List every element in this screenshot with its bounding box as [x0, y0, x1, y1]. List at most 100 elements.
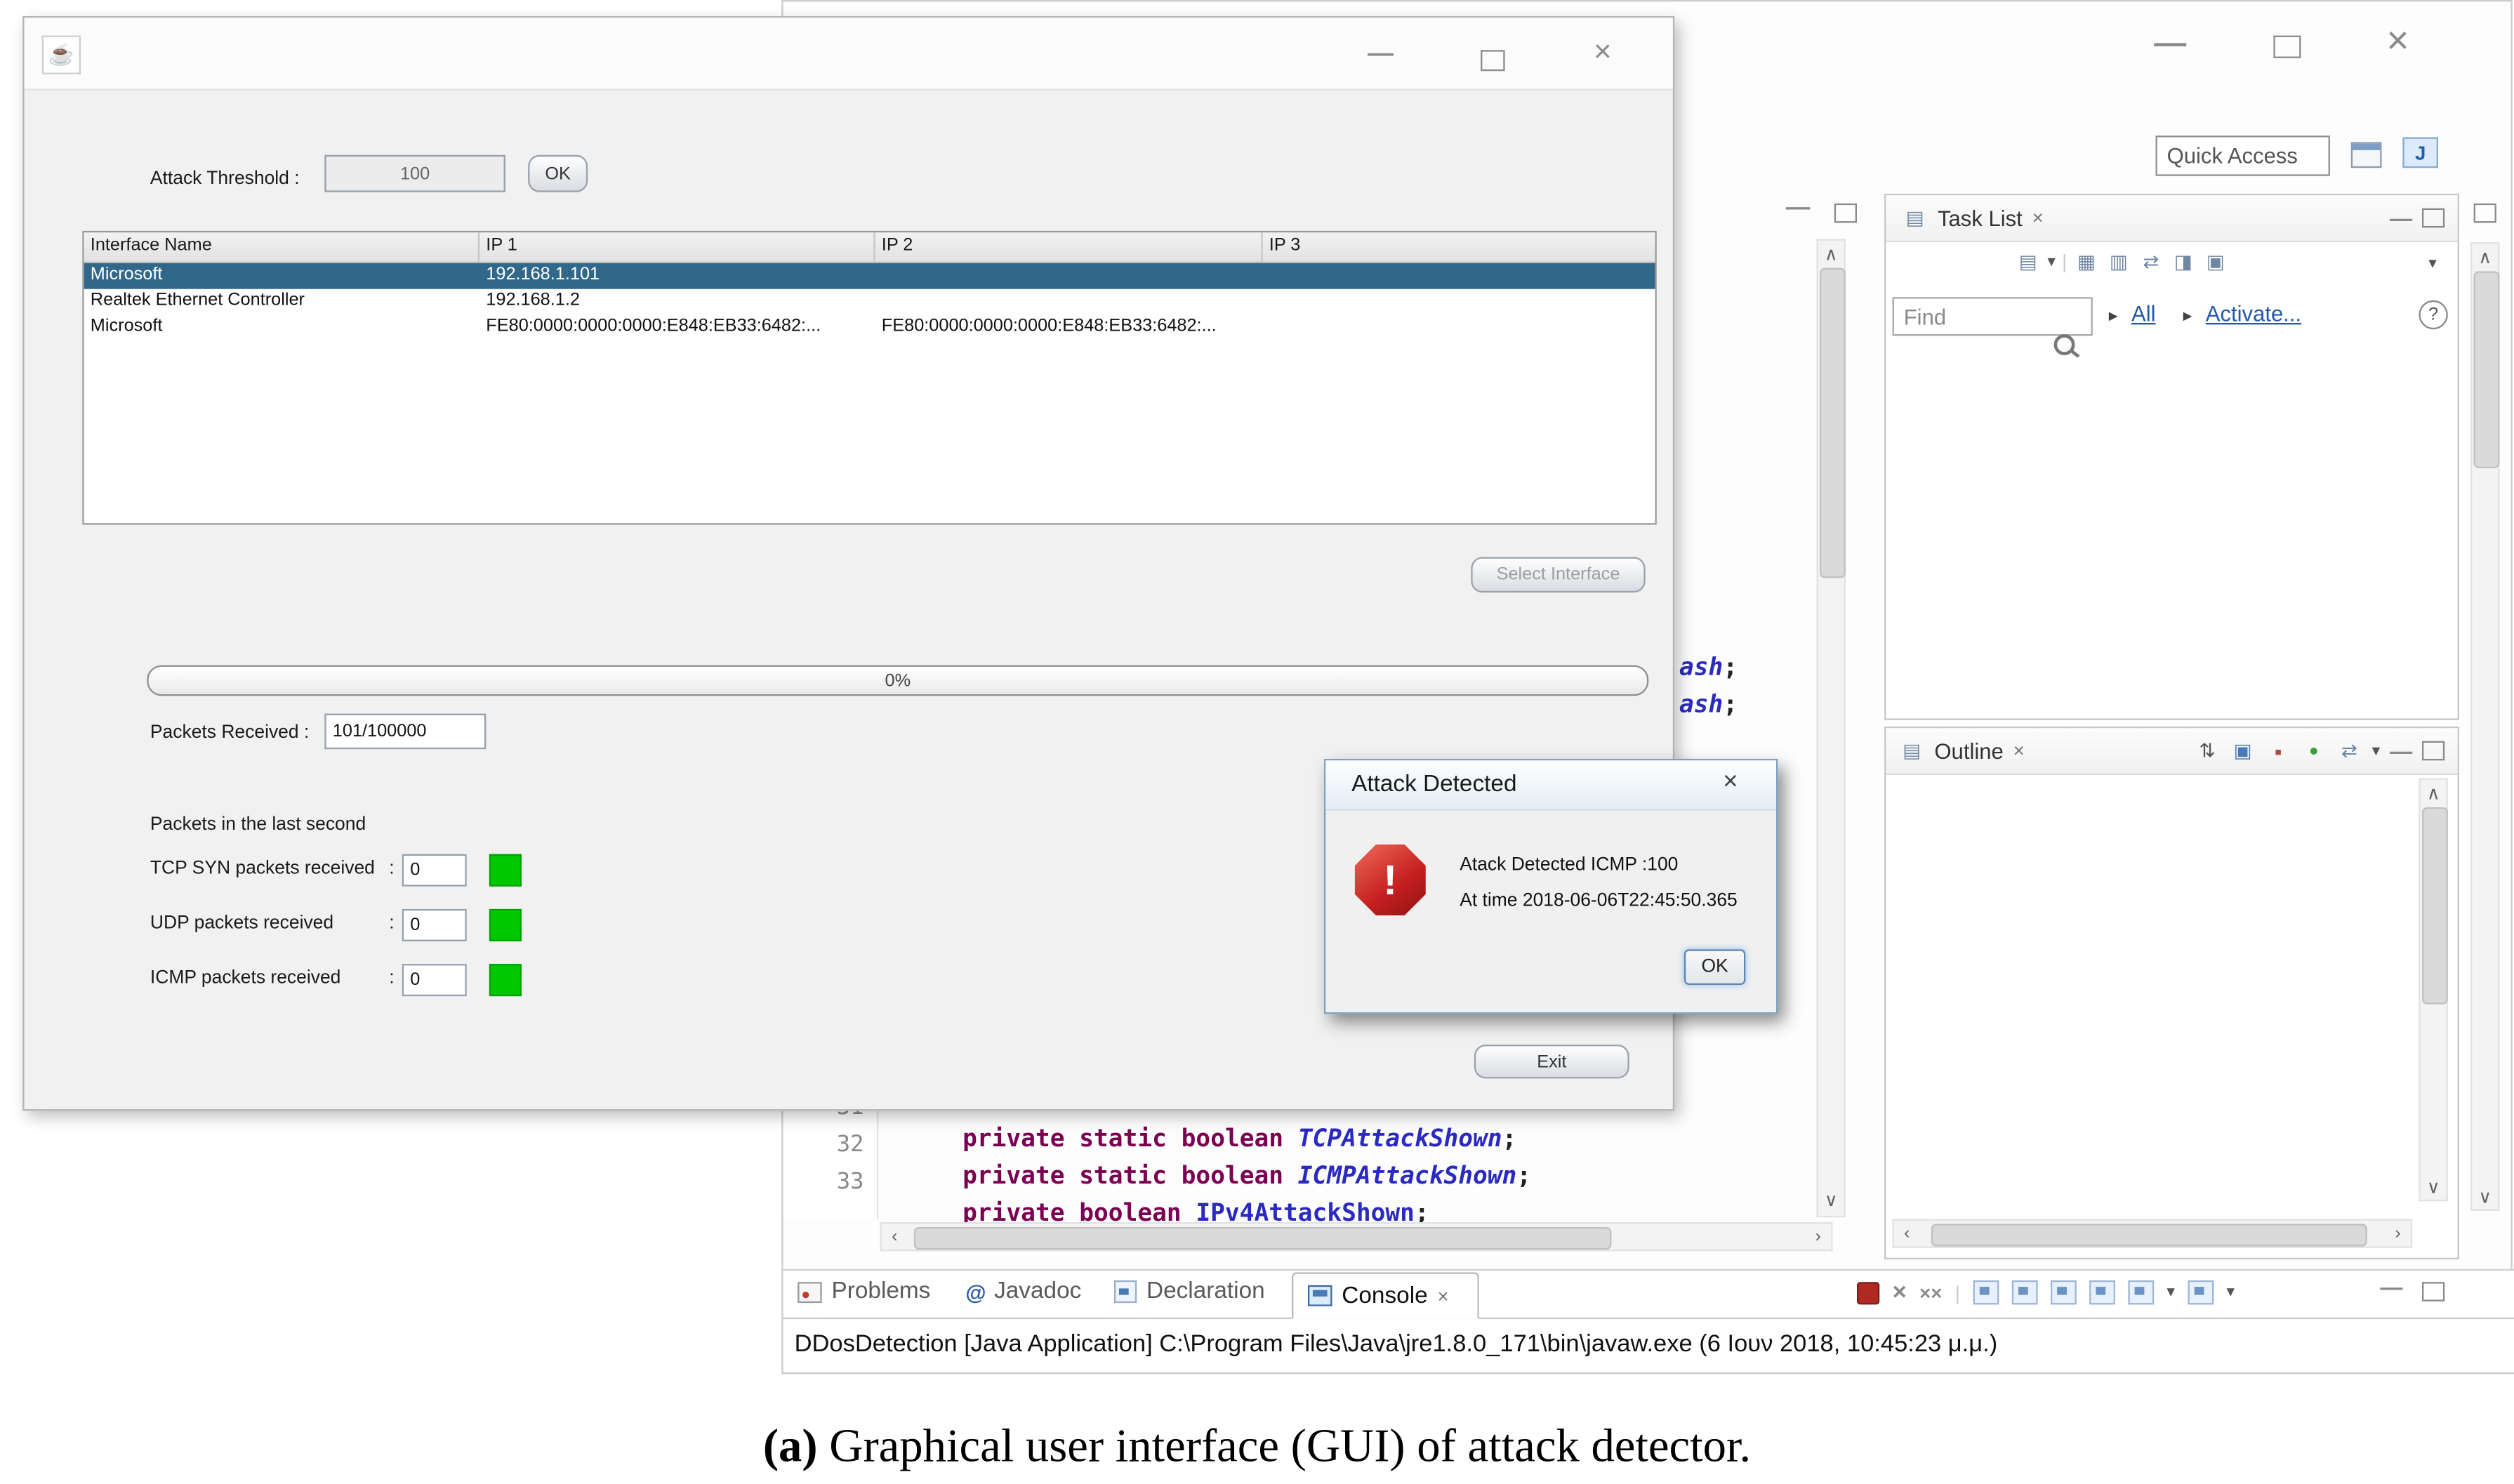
dialog-ok-button[interactable]: OK	[1684, 949, 1745, 985]
filter-tasks-icon[interactable]: ◨	[2171, 249, 2197, 274]
scroll-up-icon[interactable]: ∧	[1817, 242, 1846, 265]
icmp-input[interactable]	[402, 964, 467, 996]
scrollbar-thumb[interactable]	[2422, 807, 2448, 1005]
table-row[interactable]: Microsoft FE80:0000:0000:0000:E848:EB33:…	[84, 315, 1655, 341]
scroll-down-icon[interactable]: ∨	[2419, 1175, 2447, 1198]
scroll-left-icon[interactable]: ‹	[883, 1222, 906, 1251]
editor-maximize-icon[interactable]	[1834, 204, 1857, 223]
pin-console-icon[interactable]	[2051, 1280, 2077, 1305]
window-minimize-icon[interactable]: —	[2154, 26, 2186, 63]
toolbar-separator: |	[1955, 1281, 1960, 1304]
remove-launch-icon[interactable]: ×	[1893, 1279, 1907, 1306]
column-header[interactable]: IP 1	[479, 232, 875, 261]
terminate-icon[interactable]	[1857, 1281, 1879, 1304]
tab-close-icon[interactable]: ×	[2013, 739, 2025, 762]
caption-text: Graphical user interface (GUI) of attack…	[818, 1421, 1752, 1473]
link-with-editor-icon[interactable]: ⇄	[2336, 738, 2362, 764]
view-menu-icon[interactable]: ▾	[2428, 255, 2437, 272]
table-row-selected[interactable]: Microsoft 192.168.1.101	[84, 263, 1655, 289]
dialog-close-icon[interactable]: ×	[1723, 769, 1738, 797]
scrollbar-thumb[interactable]	[2474, 271, 2500, 468]
app-close-icon[interactable]: ×	[1594, 36, 1612, 72]
scroll-up-icon[interactable]: ∧	[2470, 246, 2499, 268]
exit-button[interactable]: Exit	[1474, 1045, 1629, 1078]
column-header[interactable]: IP 3	[1263, 232, 1655, 261]
editor-minimize-icon[interactable]: —	[1786, 194, 1811, 221]
collapse-all-icon[interactable]: ▣	[2203, 249, 2229, 274]
hide-static-members-icon[interactable]: ▪	[2265, 738, 2291, 764]
scrollbar-thumb[interactable]	[1931, 1224, 2367, 1246]
scroll-left-icon[interactable]: ‹	[1896, 1219, 1918, 1248]
scroll-down-icon[interactable]: ∨	[1817, 1188, 1846, 1211]
show-console-on-output-icon[interactable]	[1973, 1280, 1999, 1305]
scroll-right-icon[interactable]: ›	[1807, 1222, 1830, 1251]
dialog-message-line1: Atack Detected ICMP :100	[1460, 856, 1678, 875]
new-task-icon[interactable]: ▤	[2015, 249, 2041, 274]
scroll-lock-icon[interactable]	[2089, 1280, 2115, 1305]
column-header[interactable]: IP 2	[875, 232, 1263, 261]
task-list-title[interactable]: Task List	[1938, 206, 2023, 230]
sort-icon[interactable]: ⇅	[2195, 738, 2221, 764]
restore-icon[interactable]	[2474, 204, 2496, 223]
tab-problems[interactable]: Problems	[798, 1279, 930, 1305]
window-maximize-icon[interactable]	[2273, 36, 2301, 58]
panel-maximize-icon[interactable]	[2422, 1282, 2444, 1301]
display-console-dropdown-icon[interactable]: ▾	[2166, 1284, 2175, 1301]
activate-link[interactable]: Activate...	[2206, 302, 2301, 326]
table-header: Interface Name IP 1 IP 2 IP 3	[84, 232, 1655, 263]
panel-minimize-icon[interactable]: —	[2390, 738, 2412, 764]
categorized-view-icon[interactable]: ▦	[2074, 249, 2100, 274]
tab-close-icon[interactable]: ×	[1437, 1285, 1448, 1307]
progress-bar: 0%	[147, 665, 1648, 696]
app-maximize-icon[interactable]	[1481, 50, 1505, 71]
panel-maximize-icon[interactable]	[2422, 741, 2444, 761]
attack-threshold-input[interactable]	[324, 155, 505, 192]
hide-non-public-icon[interactable]: ●	[2301, 738, 2327, 764]
scrollbar-thumb[interactable]	[914, 1227, 1612, 1250]
hide-fields-icon[interactable]: ▣	[2230, 738, 2256, 764]
tab-declaration[interactable]: Declaration	[1114, 1279, 1265, 1305]
clear-console-icon[interactable]	[2128, 1280, 2154, 1305]
panel-minimize-icon[interactable]: —	[2380, 1274, 2402, 1300]
packets-received-label: Packets Received :	[150, 723, 309, 743]
scroll-down-icon[interactable]: ∨	[2470, 1185, 2499, 1207]
dialog-title: Attack Detected	[1351, 771, 1516, 797]
link-with-editor-icon[interactable]: ⇄	[2138, 249, 2164, 274]
column-header[interactable]: Interface Name	[84, 232, 480, 261]
udp-input[interactable]	[402, 909, 467, 941]
outline-title[interactable]: Outline	[1934, 738, 2003, 763]
scroll-right-icon[interactable]: ›	[2386, 1219, 2409, 1248]
show-console-on-error-icon[interactable]	[2012, 1280, 2038, 1305]
packets-received-input[interactable]	[324, 714, 486, 750]
arrow-right-icon: ▸	[2183, 305, 2192, 326]
select-interface-button[interactable]: Select Interface	[1471, 557, 1645, 593]
all-link[interactable]: All	[2131, 302, 2156, 326]
tab-javadoc[interactable]: @ Javadoc	[965, 1279, 1081, 1305]
new-task-dropdown-icon[interactable]: ▾	[2047, 253, 2056, 270]
scheduled-view-icon[interactable]: ▥	[2106, 249, 2132, 274]
panel-minimize-icon[interactable]: —	[2390, 205, 2412, 231]
scrollbar-thumb[interactable]	[1820, 268, 1846, 578]
view-menu-icon[interactable]: ▾	[2372, 742, 2381, 760]
help-icon[interactable]: ?	[2419, 300, 2447, 329]
task-list-header: ▤ Task List × —	[1886, 195, 2457, 242]
table-row[interactable]: Realtek Ethernet Controller 192.168.1.2	[84, 289, 1655, 315]
panel-maximize-icon[interactable]	[2422, 208, 2444, 228]
open-console-dropdown-icon[interactable]: ▾	[2227, 1284, 2235, 1301]
console-output: DDosDetection [Java Application] C:\Prog…	[795, 1330, 2474, 1358]
quick-access-box[interactable]: Quick Access	[2156, 135, 2330, 176]
tab-console[interactable]: Console ×	[1292, 1272, 1479, 1319]
threshold-ok-button[interactable]: OK	[528, 155, 588, 192]
javadoc-icon: @	[965, 1280, 986, 1304]
open-console-icon[interactable]	[2188, 1280, 2214, 1305]
java-perspective-icon[interactable]: J	[2402, 138, 2438, 168]
app-minimize-icon[interactable]: —	[1368, 41, 1394, 69]
scroll-up-icon[interactable]: ∧	[2419, 781, 2447, 804]
find-input[interactable]	[1893, 297, 2093, 336]
tab-close-icon[interactable]: ×	[2032, 206, 2044, 229]
line-number: 33	[791, 1169, 864, 1195]
remove-all-launches-icon[interactable]: ××	[1919, 1281, 1942, 1304]
perspective-icon[interactable]	[2351, 142, 2382, 168]
window-close-icon[interactable]: ×	[2386, 20, 2409, 65]
tcp-syn-input[interactable]	[402, 854, 467, 887]
